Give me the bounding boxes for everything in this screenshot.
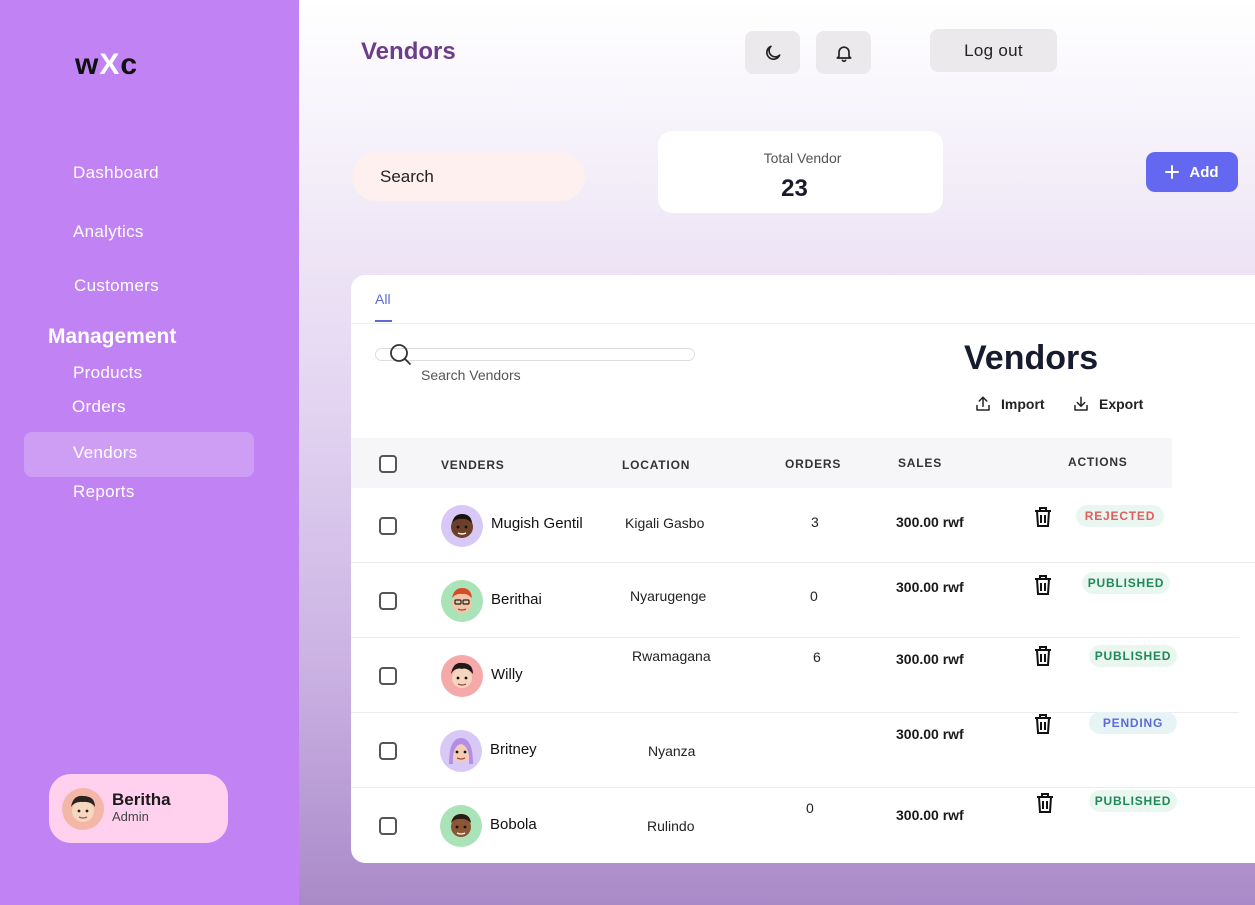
user-role: Admin	[112, 809, 149, 824]
nav-analytics[interactable]: Analytics	[73, 222, 144, 242]
vendor-avatar	[441, 505, 483, 547]
status-badge: PENDING	[1089, 712, 1177, 734]
moon-icon	[765, 45, 780, 60]
vendor-name[interactable]: Berithai	[491, 591, 542, 608]
vendor-sales: 300.00 rwf	[896, 579, 964, 595]
col-sales[interactable]: SALES	[898, 456, 942, 470]
upload-icon	[976, 396, 990, 411]
memoji-icon	[71, 795, 95, 822]
status-badge: PUBLISHED	[1089, 645, 1177, 667]
user-card[interactable]: Beritha Admin	[49, 774, 228, 843]
import-button[interactable]: Import	[974, 395, 1045, 413]
add-label: Add	[1189, 163, 1219, 181]
nav-reports[interactable]: Reports	[73, 482, 135, 502]
vendors-panel: All Search Vendors Vendors Import Export…	[351, 275, 1255, 863]
nav-products[interactable]: Products	[73, 363, 143, 383]
user-avatar	[62, 788, 104, 830]
vendor-orders: 0	[810, 588, 818, 604]
memoji-icon	[451, 662, 473, 688]
vendor-sales: 300.00 rwf	[896, 726, 964, 742]
vendor-orders: 0	[806, 800, 814, 816]
vendor-name[interactable]: Mugish Gentil	[491, 515, 583, 532]
vendor-location: Nyarugenge	[630, 588, 707, 604]
nav-orders[interactable]: Orders	[72, 397, 126, 417]
panel-title: Vendors	[964, 339, 1099, 377]
vendor-location: Rwamagana	[632, 648, 711, 664]
tab-all[interactable]: All	[375, 291, 391, 307]
memoji-icon	[451, 814, 471, 837]
row-divider	[351, 787, 1255, 788]
page-title: Vendors	[361, 38, 456, 65]
row-checkbox[interactable]	[379, 592, 397, 610]
table-header: VENDERS LOCATION ORDERS SALES ACTIONS	[351, 438, 1172, 488]
vendor-orders: 3	[811, 514, 819, 530]
row-checkbox[interactable]	[379, 817, 397, 835]
vendor-orders: 6	[813, 649, 821, 665]
nav-vendors[interactable]: Vendors	[73, 443, 137, 463]
nav-section-management: Management	[48, 325, 177, 348]
row-divider	[351, 562, 1255, 563]
app-logo[interactable]: wXc	[75, 48, 138, 82]
memoji-icon	[452, 588, 472, 613]
add-vendor-button[interactable]: Add	[1146, 152, 1238, 192]
nav-dashboard[interactable]: Dashboard	[73, 163, 159, 183]
search-input[interactable]	[352, 152, 585, 201]
tab-divider	[351, 323, 1255, 324]
vendor-location: Nyanza	[648, 743, 696, 759]
col-actions: ACTIONS	[1068, 455, 1128, 469]
memoji-icon	[451, 514, 473, 538]
vendor-avatar	[440, 730, 482, 772]
vendor-name[interactable]: Willy	[491, 666, 523, 683]
status-badge: REJECTED	[1076, 505, 1164, 527]
sidebar: wXc Dashboard Analytics Customers Manage…	[0, 0, 299, 905]
vendor-avatar	[441, 655, 483, 697]
theme-toggle-button[interactable]	[745, 31, 800, 74]
status-badge: PUBLISHED	[1082, 572, 1170, 594]
export-label: Export	[1099, 396, 1144, 412]
vendor-location: Kigali Gasbo	[625, 515, 705, 531]
vendor-location: Rulindo	[647, 818, 695, 834]
bell-icon	[836, 45, 851, 62]
row-checkbox[interactable]	[379, 667, 397, 685]
vendor-avatar	[441, 580, 483, 622]
vendor-sales: 300.00 rwf	[896, 651, 964, 667]
memoji-icon	[449, 738, 473, 764]
trash-icon[interactable]	[1033, 645, 1053, 667]
trash-icon[interactable]	[1033, 574, 1053, 596]
notifications-button[interactable]	[816, 31, 871, 74]
vendor-search-placeholder: Search Vendors	[421, 367, 521, 383]
download-icon	[1074, 396, 1088, 411]
user-name: Beritha	[112, 790, 171, 809]
vendor-name[interactable]: Bobola	[490, 816, 537, 833]
row-checkbox[interactable]	[379, 742, 397, 760]
export-button[interactable]: Export	[1072, 395, 1143, 413]
vendor-name[interactable]: Britney	[490, 741, 537, 758]
nav-vendors-active[interactable]	[24, 432, 254, 477]
total-vendor-label: Total Vendor	[763, 150, 842, 166]
row-divider	[351, 637, 1239, 638]
import-label: Import	[1001, 396, 1045, 412]
trash-icon[interactable]	[1033, 713, 1053, 735]
plus-icon	[1165, 165, 1180, 179]
col-orders[interactable]: ORDERS	[785, 457, 841, 471]
status-badge: PUBLISHED	[1089, 790, 1177, 812]
search-icon	[390, 344, 411, 365]
tab-all-indicator	[375, 320, 392, 322]
total-vendor-value: 23	[781, 175, 808, 202]
vendor-search-input[interactable]	[375, 348, 695, 361]
trash-icon[interactable]	[1033, 506, 1053, 528]
logout-button[interactable]: Log out	[930, 29, 1057, 72]
vendor-avatar	[440, 805, 482, 847]
col-location[interactable]: LOCATION	[622, 458, 690, 472]
select-all-checkbox[interactable]	[379, 455, 397, 473]
total-vendor-card: Total Vendor 23	[658, 131, 943, 213]
row-checkbox[interactable]	[379, 517, 397, 535]
nav-customers[interactable]: Customers	[74, 276, 159, 296]
vendor-sales: 300.00 rwf	[896, 514, 964, 530]
trash-icon[interactable]	[1035, 792, 1055, 814]
vendor-sales: 300.00 rwf	[896, 807, 964, 823]
col-venders[interactable]: VENDERS	[441, 458, 505, 472]
